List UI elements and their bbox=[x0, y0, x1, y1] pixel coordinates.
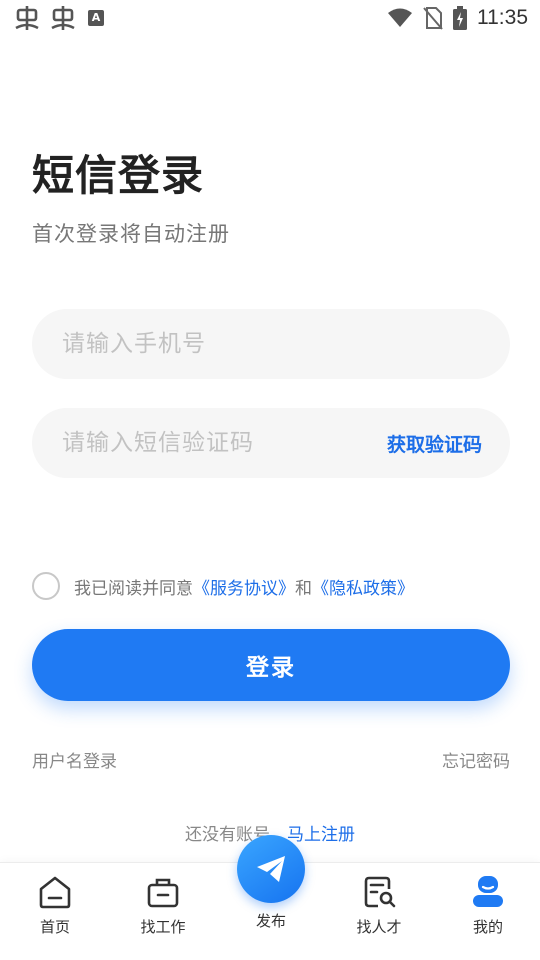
resume-search-icon bbox=[364, 876, 396, 908]
username-login-link[interactable]: 用户名登录 bbox=[32, 747, 117, 772]
forgot-password-link[interactable]: 忘记密码 bbox=[442, 747, 510, 772]
phone-input[interactable] bbox=[62, 331, 482, 357]
nav-label-jobs: 找工作 bbox=[140, 918, 186, 936]
nav-item-talent[interactable]: 找人才 bbox=[334, 873, 424, 937]
page-title: 短信登录 bbox=[32, 151, 205, 200]
nav-item-home[interactable]: 首页 bbox=[10, 873, 100, 937]
nav-item-post[interactable]: 发布 bbox=[226, 835, 316, 931]
briefcase-icon bbox=[147, 878, 179, 908]
status-time: 11:35 bbox=[477, 6, 528, 29]
page-subtitle: 首次登录将自动注册 bbox=[32, 222, 230, 246]
status-bar: A 11:35 bbox=[0, 0, 540, 38]
nav-label-home: 首页 bbox=[39, 918, 70, 936]
bug-icon bbox=[15, 6, 39, 30]
bug-icon bbox=[51, 6, 75, 30]
privacy-policy-link[interactable]: 《隐私政策》 bbox=[312, 574, 414, 599]
nav-label-post: 发布 bbox=[255, 912, 286, 930]
nav-label-mine: 我的 bbox=[472, 918, 503, 936]
get-code-button[interactable]: 获取验证码 bbox=[387, 430, 482, 457]
paper-plane-icon bbox=[257, 856, 285, 882]
nav-item-mine[interactable]: 我的 bbox=[443, 873, 533, 937]
agreement-checkbox[interactable] bbox=[32, 572, 60, 600]
phone-field bbox=[32, 309, 510, 379]
status-right-icons: 11:35 bbox=[387, 6, 528, 30]
agreement-text: 我已阅读并同意 bbox=[74, 578, 193, 599]
sms-code-input[interactable] bbox=[62, 430, 387, 456]
login-button[interactable]: 登录 bbox=[32, 629, 510, 701]
text-a-icon: A bbox=[88, 10, 104, 26]
nav-item-jobs[interactable]: 找工作 bbox=[118, 873, 208, 937]
post-button[interactable] bbox=[237, 835, 305, 903]
battery-charging-icon bbox=[453, 6, 467, 30]
status-left-icons: A bbox=[14, 4, 104, 32]
no-sim-icon bbox=[423, 7, 443, 30]
home-icon bbox=[39, 876, 71, 909]
agreement-and-text: 和 bbox=[295, 578, 312, 599]
agreement-row: 我已阅读并同意 《服务协议》 和 《隐私政策》 bbox=[32, 572, 414, 600]
user-icon bbox=[473, 876, 503, 907]
bottom-nav: 首页 找工作 发布 找人才 我的 bbox=[0, 835, 540, 960]
wifi-icon bbox=[388, 8, 412, 27]
sms-code-field: 获取验证码 bbox=[32, 408, 510, 478]
service-agreement-link[interactable]: 《服务协议》 bbox=[193, 574, 295, 599]
nav-label-talent: 找人才 bbox=[356, 918, 402, 936]
